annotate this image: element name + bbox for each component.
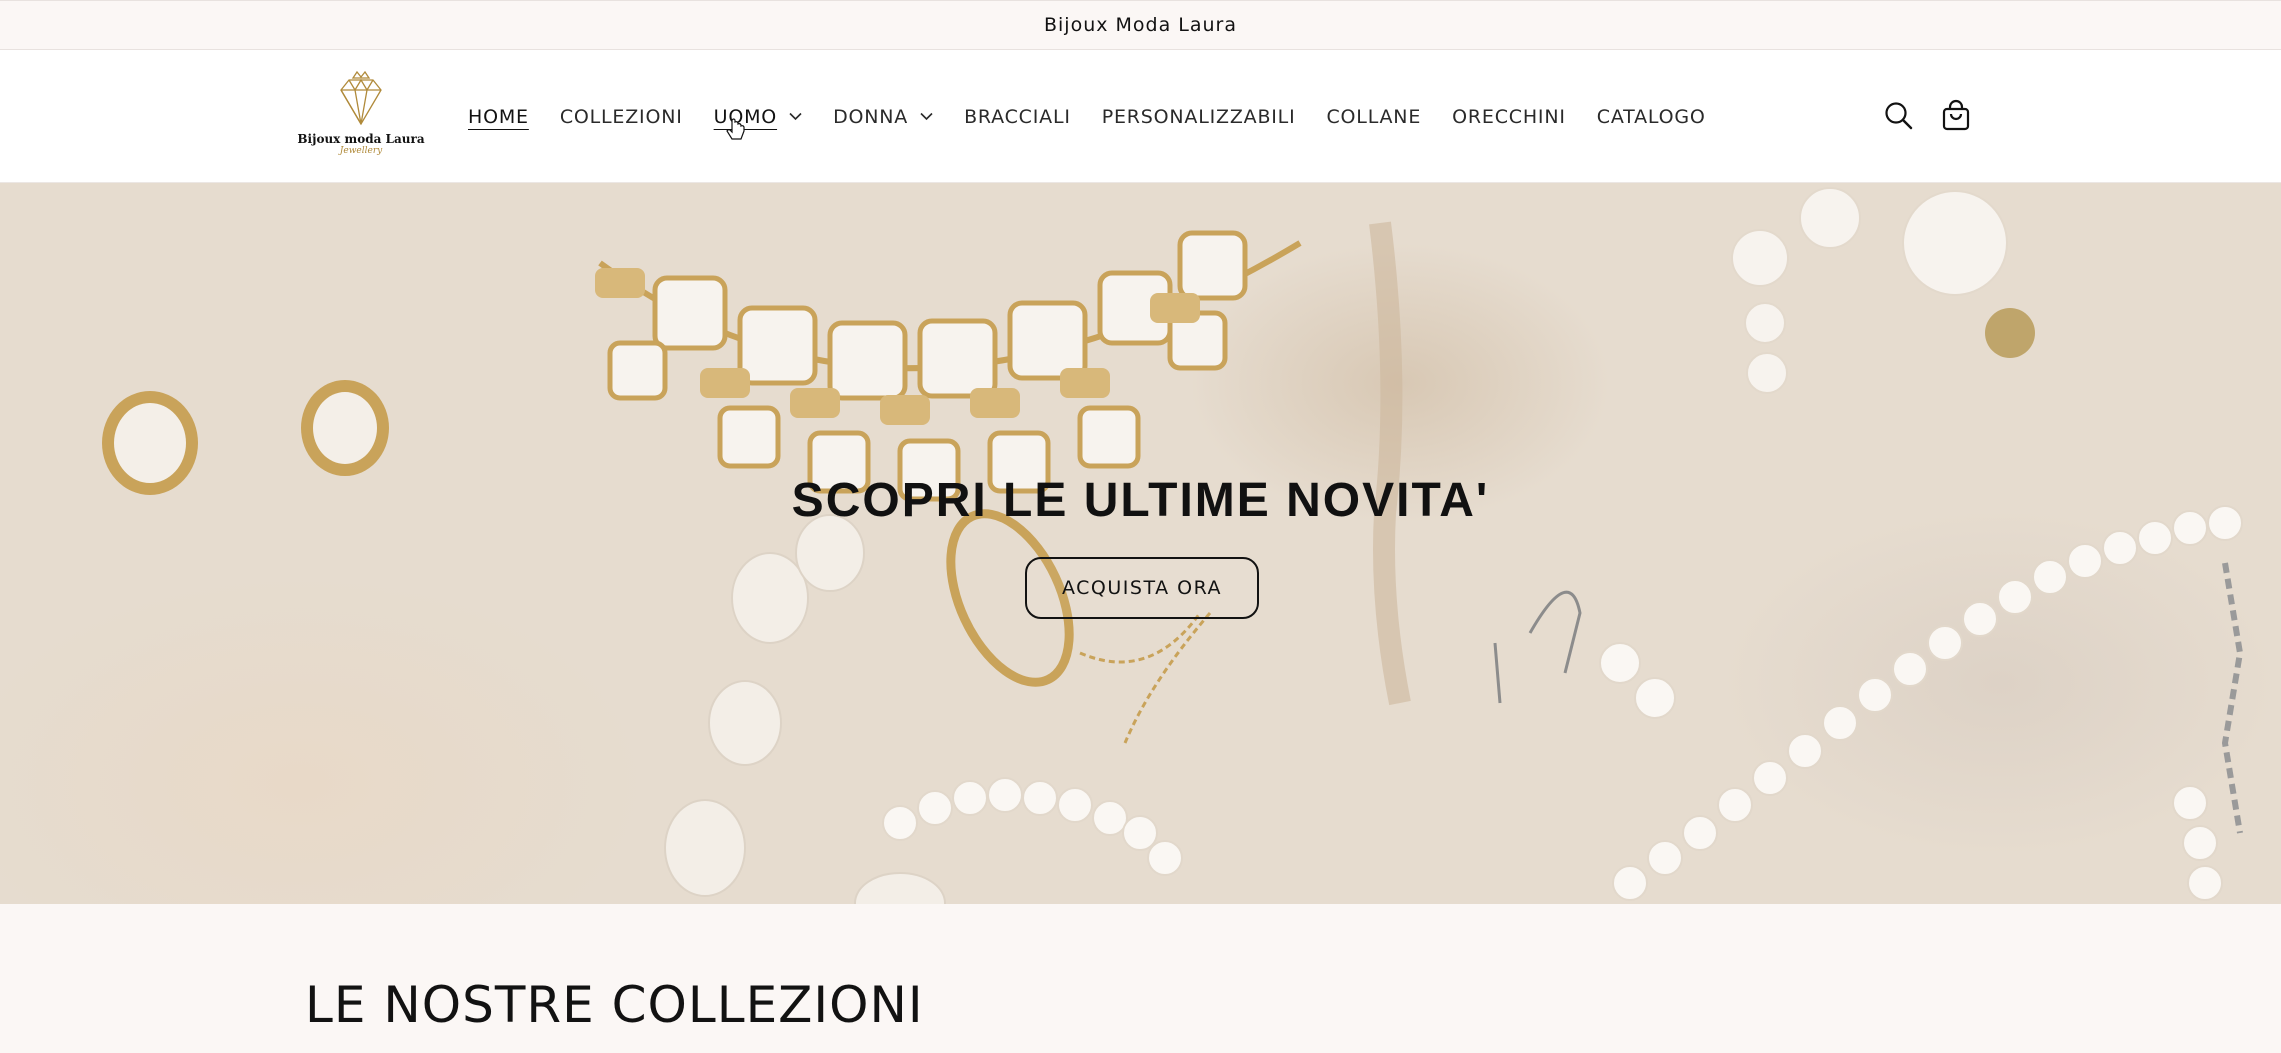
cart-icon: [1942, 99, 1970, 131]
nav-item-collezioni[interactable]: COLLEZIONI: [560, 106, 683, 128]
nav-item-label: COLLANE: [1326, 105, 1422, 128]
nav-item-donna[interactable]: DONNA: [833, 106, 933, 128]
nav-item-label: HOME: [468, 105, 529, 128]
nav-item-orecchini[interactable]: ORECCHINI: [1452, 106, 1566, 128]
nav-item-bracciali[interactable]: BRACCIALI: [964, 106, 1071, 128]
necklace-image: [595, 230, 1302, 502]
diamond-logo-icon: [340, 70, 382, 126]
nav-item-label: COLLEZIONI: [559, 105, 683, 128]
nav-item-label: BRACCIALI: [964, 105, 1071, 128]
main-nav: HOME COLLEZIONI UOMO DONNA BRACCIALI PER…: [468, 50, 1737, 183]
nav-item-label: CATALOGO: [1596, 105, 1706, 128]
collections-section: LE NOSTRE COLLEZIONI: [0, 904, 2281, 1053]
announcement-bar: Bijoux Moda Laura: [0, 0, 2281, 50]
search-icon: [1885, 102, 1913, 130]
nav-item-personalizzabili[interactable]: PERSONALIZZABILI: [1102, 106, 1296, 128]
cart-button[interactable]: [1938, 98, 1974, 134]
silver-chain-image: [2221, 562, 2244, 834]
logo[interactable]: Bijoux moda Laura Jewellery: [297, 68, 425, 168]
gold-coin-image: [1985, 308, 2035, 358]
nav-item-label: DONNA: [833, 105, 909, 128]
section-title: LE NOSTRE COLLEZIONI: [305, 976, 924, 1034]
pearl-drop-earring-image: [1731, 187, 2008, 394]
search-button[interactable]: [1881, 98, 1917, 134]
shop-now-button[interactable]: ACQUISTA ORA: [1025, 557, 1259, 619]
nav-item-catalogo[interactable]: CATALOGO: [1597, 106, 1706, 128]
nav-item-collane[interactable]: COLLANE: [1326, 106, 1421, 128]
site-header: Bijoux moda Laura Jewellery HOME COLLEZI…: [0, 50, 2281, 183]
logo-subtitle: Jewellery: [339, 146, 383, 156]
jewelry-background-image: [102, 187, 2244, 904]
hero-banner: SCOPRI LE ULTIME NOVITA' ACQUISTA ORA: [0, 183, 2281, 904]
logo-name: Bijoux moda Laura: [297, 132, 425, 146]
hero-title: SCOPRI LE ULTIME NOVITA': [791, 474, 1490, 527]
silver-earring-image: [1493, 590, 1582, 704]
nav-item-label: ORECCHINI: [1452, 105, 1566, 128]
announcement-text: Bijoux Moda Laura: [1043, 14, 1238, 36]
chevron-down-icon: [789, 112, 802, 121]
hand-cursor-icon: [726, 118, 745, 140]
nav-item-label: PERSONALIZZABILI: [1101, 105, 1296, 128]
nav-item-home[interactable]: HOME: [468, 106, 529, 128]
baroque-pearl-necklace-image: [664, 514, 946, 904]
chevron-down-icon: [920, 112, 933, 121]
